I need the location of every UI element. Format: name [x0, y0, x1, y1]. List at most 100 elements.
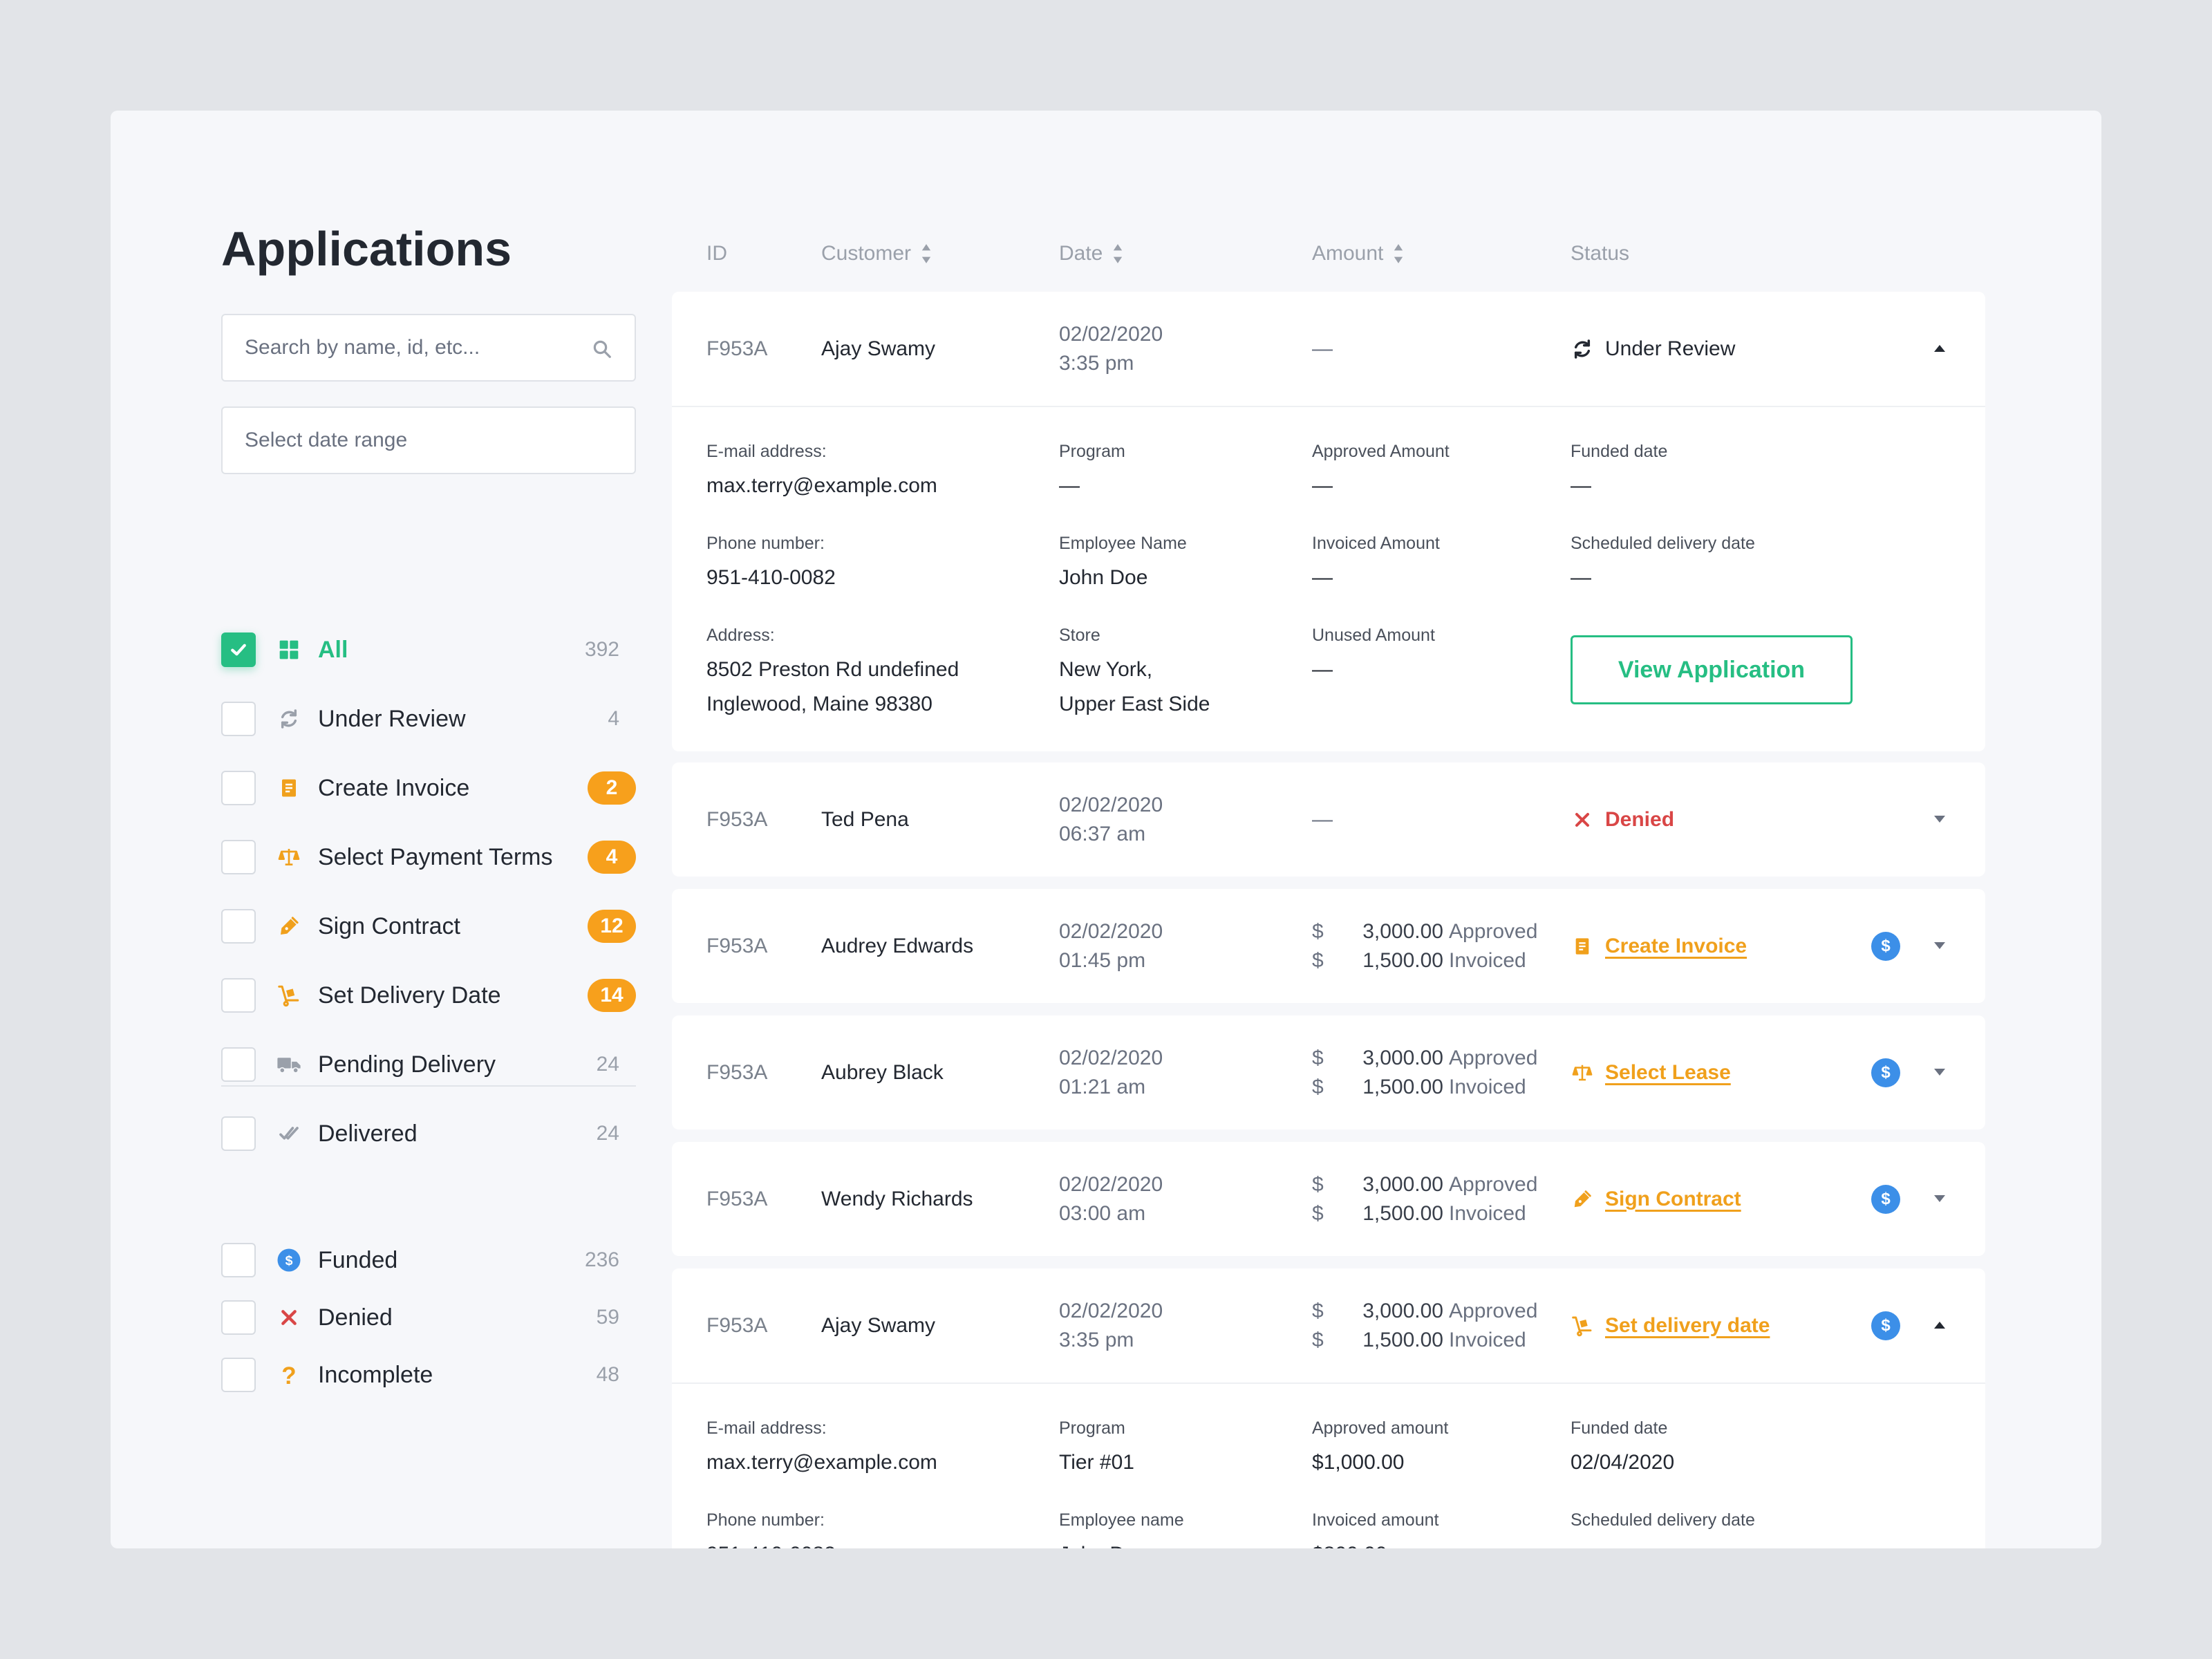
cell-amount: $3,000.00 Approved $1,500.00 Invoiced: [1312, 1015, 1537, 1130]
caret-down-icon[interactable]: [1931, 811, 1948, 827]
approved-amount-value: 3,000.00: [1362, 1172, 1443, 1196]
row-header[interactable]: F953A Audrey Edwards 02/02/2020 01:45 pm…: [672, 889, 1985, 1003]
caret-up-icon[interactable]: [1931, 1317, 1948, 1333]
sort-icon[interactable]: [1393, 242, 1404, 265]
column-header-label: ID: [706, 242, 727, 265]
row-header[interactable]: F953A Aubrey Black 02/02/2020 01:21 am $…: [672, 1015, 1985, 1130]
row-header[interactable]: F953A Wendy Richards 02/02/2020 03:00 am…: [672, 1142, 1985, 1256]
status-link-select-lease[interactable]: Select Lease: [1605, 1061, 1731, 1085]
detail-value: Inglewood, Maine 98380: [706, 693, 932, 715]
detail-value: Upper East Side: [1059, 693, 1210, 715]
checkbox[interactable]: [221, 909, 256, 944]
checkbox[interactable]: [221, 1116, 256, 1151]
search-field[interactable]: [221, 314, 636, 382]
funded-dollar-badge: $: [1871, 1058, 1900, 1087]
dolly-icon: [1571, 1314, 1594, 1338]
date-value: 02/02/2020: [1059, 919, 1163, 943]
invoiced-amount-label: Invoiced: [1449, 948, 1526, 972]
currency-symbol: $: [1312, 1075, 1324, 1098]
caret-down-icon[interactable]: [1931, 1190, 1948, 1207]
checkbox[interactable]: [221, 702, 256, 736]
invoiced-amount-value: 1,500.00: [1362, 1201, 1443, 1225]
double-check-icon: [276, 1121, 301, 1146]
checkbox[interactable]: [221, 1358, 256, 1392]
svg-text:?: ?: [281, 1362, 296, 1387]
invoice-icon: [1571, 935, 1594, 958]
approved-amount-line: $3,000.00 Approved: [1312, 1170, 1537, 1199]
filter-item-funded[interactable]: $ Funded 236: [221, 1243, 636, 1277]
filter-item-pending-delivery[interactable]: Pending Delivery 24: [221, 1047, 636, 1082]
row-header[interactable]: F953A Ted Pena 02/02/2020 06:37 am — Den…: [672, 762, 1985, 877]
column-header-amount[interactable]: Amount: [1312, 242, 1404, 265]
detail-value: max.terry@example.com: [706, 1451, 937, 1474]
filter-label: Under Review: [318, 705, 466, 732]
checkbox[interactable]: [221, 1243, 256, 1277]
column-header-label: Customer: [821, 242, 912, 265]
pen-icon: [276, 914, 301, 939]
checkbox[interactable]: [221, 978, 256, 1013]
filter-item-delivered[interactable]: Delivered 24: [221, 1116, 636, 1151]
caret-up-icon[interactable]: [1931, 340, 1948, 357]
question-icon: ?: [276, 1362, 301, 1387]
caret-down-icon[interactable]: [1931, 1064, 1948, 1080]
row-header[interactable]: F953A Ajay Swamy 02/02/2020 3:35 pm — Un…: [672, 292, 1985, 406]
date-value: 02/02/2020: [1059, 793, 1163, 816]
cell-customer: Audrey Edwards: [821, 934, 974, 957]
row-details: E-mail address: max.terry@example.com Ph…: [672, 1382, 1985, 1548]
approved-amount-label: Approved: [1449, 1299, 1538, 1322]
checkbox[interactable]: [221, 1047, 256, 1082]
detail-value: 02/04/2020: [1571, 1451, 1675, 1474]
filter-item-sign-contract[interactable]: Sign Contract 12: [221, 909, 636, 944]
currency-symbol: $: [1312, 1046, 1324, 1069]
cell-amount: $3,000.00 Approved $1,500.00 Invoiced: [1312, 1268, 1537, 1382]
invoiced-amount-value: 1,500.00: [1362, 948, 1443, 972]
column-header-label: Date: [1059, 242, 1103, 265]
cell-status: Create Invoice: [1571, 889, 1747, 1003]
caret-down-icon[interactable]: [1931, 937, 1948, 954]
approved-amount-line: $3,000.00 Approved: [1312, 1297, 1537, 1326]
checkbox[interactable]: [221, 771, 256, 805]
count-badge: 2: [588, 771, 636, 805]
filter-item-all[interactable]: All 392: [221, 632, 636, 667]
filter-item-select-payment-terms[interactable]: Select Payment Terms 4: [221, 840, 636, 874]
checkbox[interactable]: [221, 1300, 256, 1335]
search-icon[interactable]: [592, 339, 612, 359]
detail-value: —: [1312, 474, 1333, 497]
column-header-customer[interactable]: Customer: [821, 242, 932, 265]
cell-date: 02/02/2020 06:37 am: [1059, 762, 1163, 877]
column-header-date[interactable]: Date: [1059, 242, 1123, 265]
status-link-set-delivery-date[interactable]: Set delivery date: [1605, 1314, 1770, 1338]
detail-program: Program —: [1059, 442, 1125, 503]
invoiced-amount-label: Invoiced: [1449, 1201, 1526, 1225]
date-value: 02/02/2020: [1059, 1172, 1163, 1196]
approved-amount-label: Approved: [1449, 1046, 1538, 1069]
sort-icon[interactable]: [921, 242, 932, 265]
filter-item-under-review[interactable]: Under Review 4: [221, 702, 636, 736]
checkbox[interactable]: [221, 840, 256, 874]
row-header[interactable]: F953A Ajay Swamy 02/02/2020 3:35 pm $3,0…: [672, 1268, 1985, 1382]
detail-employee: Employee name John Doe: [1059, 1510, 1184, 1548]
checkbox[interactable]: [221, 632, 256, 667]
status-link-sign-contract[interactable]: Sign Contract: [1605, 1188, 1741, 1211]
sort-icon[interactable]: [1112, 242, 1123, 265]
cell-date: 02/02/2020 3:35 pm: [1059, 292, 1163, 406]
cell-amount: —: [1312, 807, 1333, 831]
detail-funded-date: Funded date 02/04/2020: [1571, 1418, 1674, 1480]
detail-value: New York,: [1059, 658, 1153, 681]
date-range-input[interactable]: [223, 408, 635, 473]
filter-item-create-invoice[interactable]: Create Invoice 2: [221, 771, 636, 805]
detail-approved-amount: Approved amount $1,000.00: [1312, 1418, 1448, 1480]
status-link-create-invoice[interactable]: Create Invoice: [1605, 935, 1747, 958]
filter-item-set-delivery-date[interactable]: Set Delivery Date 14: [221, 978, 636, 1013]
date-range-field[interactable]: [221, 406, 636, 474]
approved-amount-label: Approved: [1449, 919, 1538, 943]
cell-id: F953A: [706, 1313, 768, 1337]
dollar-circle-icon: $: [276, 1248, 301, 1273]
filter-item-denied[interactable]: Denied 59: [221, 1300, 636, 1335]
filter-item-incomplete[interactable]: ? Incomplete 48: [221, 1358, 636, 1392]
filter-label: Create Invoice: [318, 774, 470, 801]
view-application-button[interactable]: View Application: [1571, 635, 1853, 704]
search-input[interactable]: [223, 315, 635, 380]
refresh-icon: [276, 706, 301, 731]
table-row: F953A Audrey Edwards 02/02/2020 01:45 pm…: [672, 889, 1985, 1003]
